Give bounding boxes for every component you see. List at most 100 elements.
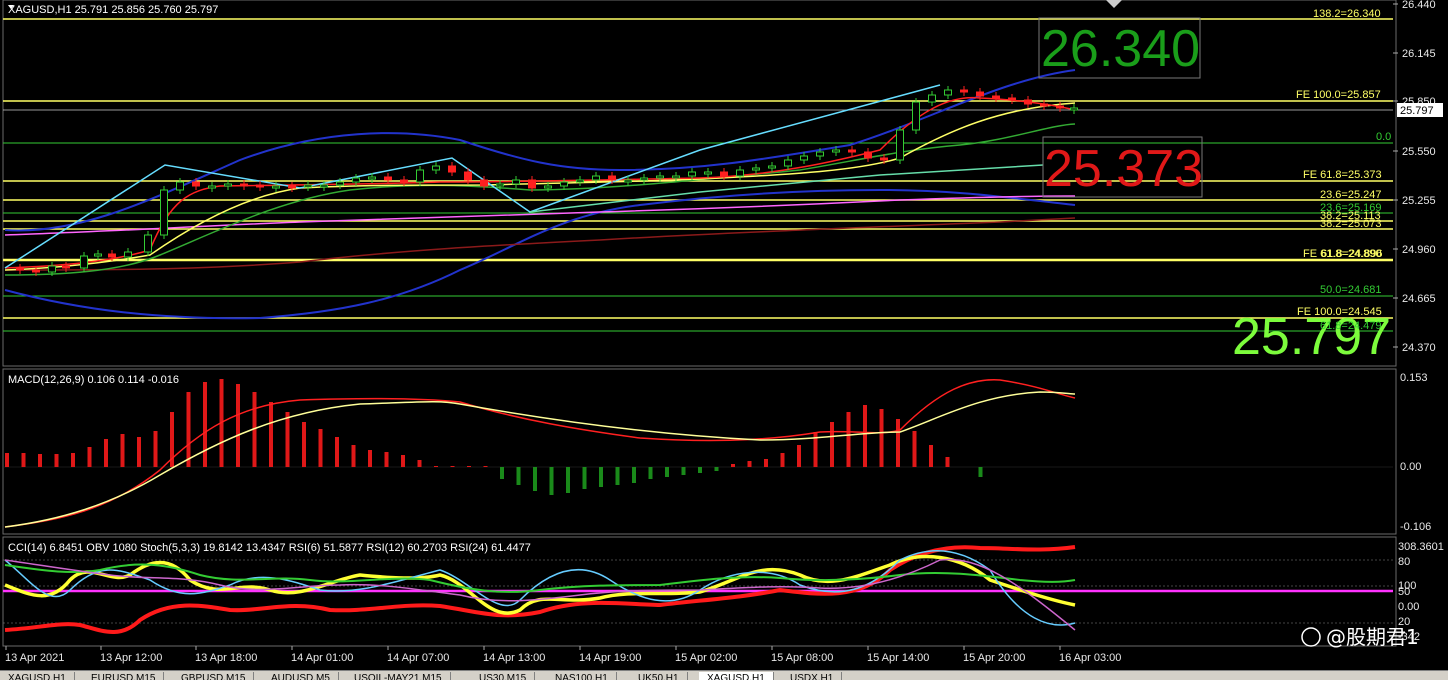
candle-body	[576, 179, 584, 183]
current-price-value: 25.797	[1400, 105, 1434, 117]
candle-body	[880, 157, 888, 161]
candle-body	[816, 151, 824, 157]
symbol-info: XAGUSD,H1 25.791 25.856 25.760 25.797	[8, 4, 218, 16]
candle-body	[672, 175, 680, 179]
candle-body	[976, 91, 984, 97]
macd-bar	[153, 431, 158, 467]
chart-tab[interactable]: NAS100,H1	[547, 672, 617, 680]
chart-tab[interactable]: XAGUSD,H1	[699, 672, 774, 680]
candle-body	[124, 251, 132, 258]
candle-body	[528, 179, 536, 189]
candle-body	[464, 171, 472, 181]
candle-body	[288, 185, 296, 189]
time-tick-label: 16 Apr 03:00	[1059, 652, 1121, 664]
macd-bar	[467, 466, 471, 467]
fib-level-label: FE 61.8=25.373	[1303, 169, 1382, 181]
chart-tab[interactable]: UK50,H1	[630, 672, 688, 680]
macd-bar	[54, 454, 59, 467]
time-tick-label: 14 Apr 19:00	[579, 652, 641, 664]
macd-bar	[714, 467, 719, 471]
macd-bar	[632, 467, 636, 483]
time-tick-label: 13 Apr 2021	[5, 652, 64, 664]
candle-body	[16, 267, 24, 271]
chart-canvas: 26.340 25.373 25.797 138.2=26.340 FE 100.…	[2, 0, 1444, 664]
candle-body	[640, 177, 648, 181]
candle-body	[1024, 99, 1032, 105]
macd-bar	[896, 419, 900, 467]
macd-bar	[120, 434, 125, 467]
price-tick-label: 24.960	[1402, 244, 1436, 256]
candle-body	[62, 265, 70, 269]
candle-body	[94, 253, 102, 257]
candle-body	[912, 101, 920, 131]
macd-bar	[912, 431, 917, 467]
macd-bar	[978, 467, 983, 477]
macd-bar	[483, 466, 488, 467]
candle-body	[416, 169, 424, 183]
macd-bar	[87, 447, 92, 467]
chart-tab[interactable]: EURUSD,M15	[83, 672, 165, 680]
candle-body	[480, 179, 488, 187]
fib-level-label: 138.2=26.340	[1313, 8, 1381, 20]
macd-bar	[500, 467, 504, 479]
candle-body	[108, 253, 116, 258]
macd-bar	[236, 384, 240, 467]
osc-tick-label: 308.3601	[1398, 541, 1444, 553]
time-tick-label: 15 Apr 02:00	[675, 652, 737, 664]
candle-body	[512, 179, 520, 185]
macd-info: MACD(12,26,9) 0.106 0.114 -0.016	[8, 374, 179, 386]
watermark: @股期君1	[1326, 625, 1419, 649]
fib-level-label: FE 100.0=25.857	[1296, 89, 1381, 101]
candle-body	[832, 149, 840, 153]
chart-tab[interactable]: XAGUSD,H1	[0, 672, 75, 680]
candle-body	[992, 95, 1000, 99]
candle-body	[48, 265, 56, 273]
candle-body	[928, 94, 936, 103]
macd-bar	[747, 461, 752, 467]
macd-bar	[830, 422, 834, 467]
macd-bar	[269, 402, 273, 467]
target-high-label: 26.340	[1041, 20, 1200, 78]
candle-body	[176, 181, 184, 191]
osc-tick-label: 0.00	[1398, 601, 1419, 613]
candle-body	[224, 183, 232, 187]
macd-bar	[335, 437, 339, 467]
weibo-logo-icon	[1301, 627, 1321, 647]
chart-tab[interactable]: USDX,H1	[782, 672, 843, 680]
target-low-label: 25.373	[1044, 140, 1203, 198]
time-tick-label: 13 Apr 12:00	[100, 652, 162, 664]
time-tick-label: 14 Apr 13:00	[483, 652, 545, 664]
macd-bar	[104, 439, 108, 467]
candle-body	[752, 167, 760, 171]
candle-body	[208, 185, 216, 189]
fib-level-label: 61.8=24.479	[1320, 320, 1381, 332]
macd-bar	[731, 464, 735, 467]
macd-bar	[665, 467, 669, 477]
chart-tab[interactable]: USOIL-MAY21,M15	[346, 672, 451, 680]
candle-body	[1008, 97, 1016, 101]
time-tick-label: 14 Apr 01:00	[291, 652, 353, 664]
candle-body	[336, 181, 344, 186]
macd-bar	[302, 422, 306, 467]
macd-tick-label: 0.153	[1400, 372, 1428, 384]
macd-bar	[764, 459, 768, 467]
chart-tab[interactable]: AUDUSD,M5	[263, 672, 339, 680]
chart-tab[interactable]: GBPUSD,M15	[173, 672, 255, 680]
candle-body	[496, 183, 504, 187]
chart-tab[interactable]: US30,M15	[471, 672, 536, 680]
candle-body	[448, 165, 456, 173]
price-tick-label: 24.370	[1402, 342, 1436, 354]
macd-bar	[203, 382, 207, 467]
candle-body	[688, 171, 696, 177]
candle-body	[352, 177, 360, 183]
candle-body	[544, 185, 552, 189]
macd-bar	[318, 429, 323, 467]
price-tick-label: 24.665	[1402, 293, 1436, 305]
macd-panel-frame	[2, 368, 1397, 535]
macd-bar	[599, 467, 603, 487]
chart-shift-marker-icon[interactable]	[1106, 0, 1122, 8]
macd-bar	[5, 453, 9, 467]
candle-body	[960, 89, 968, 93]
macd-bar	[516, 467, 521, 485]
candle-body	[608, 175, 616, 181]
